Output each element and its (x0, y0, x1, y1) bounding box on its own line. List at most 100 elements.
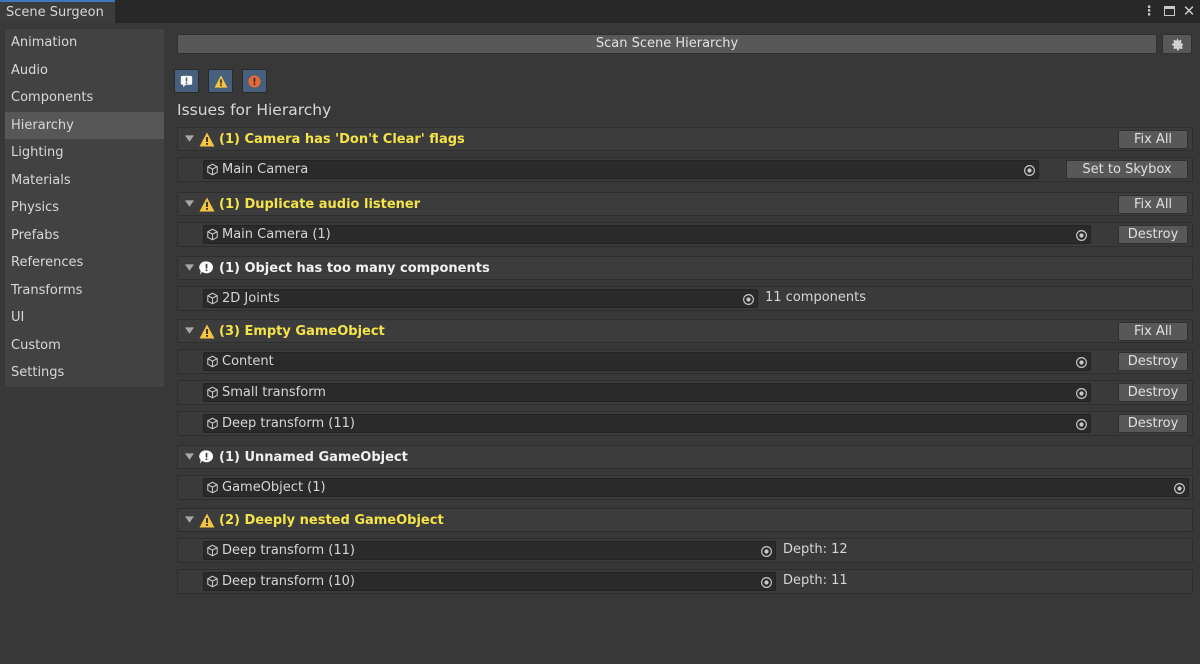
issue-row: Main Camera (1) Destroy (177, 222, 1193, 247)
window-tab[interactable]: Scene Surgeon (0, 0, 115, 23)
fix-all-button[interactable]: Fix All (1118, 130, 1188, 149)
fix-all-button[interactable]: Fix All (1118, 195, 1188, 214)
sidebar-item-custom[interactable]: Custom (5, 332, 164, 360)
maximize-icon[interactable] (1162, 3, 1176, 19)
sidebar-item-ui[interactable]: UI (5, 304, 164, 332)
more-options-icon[interactable]: ⋮ (1142, 3, 1156, 19)
window-titlebar: Scene Surgeon ⋮ ✕ (0, 0, 1200, 23)
object-picker-icon[interactable] (1074, 355, 1088, 369)
object-field[interactable]: Main Camera (1) (203, 225, 1091, 244)
destroy-button[interactable]: Destroy (1118, 383, 1188, 402)
warning-filter-toggle[interactable] (208, 69, 233, 93)
object-field[interactable]: Deep transform (10) (203, 572, 776, 591)
sidebar-item-materials[interactable]: Materials (5, 167, 164, 195)
depth-value: Depth: 11 (783, 573, 848, 588)
issues-title: Issues for Hierarchy (177, 101, 332, 119)
destroy-button[interactable]: Destroy (1118, 225, 1188, 244)
issue-row: Content Destroy (177, 349, 1193, 374)
object-picker-icon[interactable] (1172, 481, 1186, 495)
warning-icon (199, 196, 215, 212)
object-picker-icon[interactable] (741, 292, 755, 306)
object-picker-icon[interactable] (1074, 228, 1088, 242)
issue-row: GameObject (1) (177, 475, 1193, 500)
info-icon (199, 260, 215, 276)
object-field[interactable]: Deep transform (11) (203, 414, 1091, 433)
set-to-skybox-button[interactable]: Set to Skybox (1066, 160, 1188, 179)
object-name: Main Camera (1) (222, 227, 331, 242)
info-filter-toggle[interactable] (174, 69, 199, 93)
object-picker-icon[interactable] (759, 544, 773, 558)
issue-group-unnamed-gameobject: (1) Unnamed GameObject GameObject (1) (177, 445, 1193, 500)
issue-group-title: (3) Empty GameObject (219, 323, 385, 339)
scan-hierarchy-button[interactable]: Scan Scene Hierarchy (177, 34, 1157, 54)
sidebar-item-animation[interactable]: Animation (5, 29, 164, 57)
issue-row: Deep transform (10) Depth: 11 (177, 569, 1193, 594)
gear-icon (1171, 38, 1183, 50)
object-picker-icon[interactable] (1074, 417, 1088, 431)
settings-button[interactable] (1162, 34, 1192, 54)
object-name: Deep transform (10) (222, 574, 355, 589)
gameobject-icon (206, 355, 220, 369)
object-name: Main Camera (222, 162, 309, 177)
sidebar-item-audio[interactable]: Audio (5, 57, 164, 85)
object-name: Deep transform (11) (222, 416, 355, 431)
issue-group-header[interactable]: (1) Object has too many components (177, 256, 1193, 280)
issue-group-empty-gameobject: (3) Empty GameObject Fix All Content Des… (177, 319, 1193, 436)
error-filter-toggle[interactable] (242, 69, 267, 93)
foldout-caret-icon[interactable] (185, 516, 193, 524)
issue-group-header[interactable]: (2) Deeply nested GameObject (177, 508, 1193, 532)
object-field[interactable]: Content (203, 352, 1091, 371)
sidebar-item-hierarchy[interactable]: Hierarchy (5, 111, 164, 139)
error-filter-icon (248, 74, 261, 88)
issue-group-header[interactable]: (1) Unnamed GameObject (177, 445, 1193, 469)
object-name: 2D Joints (222, 291, 280, 306)
fix-all-button[interactable]: Fix All (1118, 322, 1188, 341)
sidebar-item-components[interactable]: Components (5, 84, 164, 112)
gameobject-icon (206, 228, 220, 242)
window-title: Scene Surgeon (6, 5, 104, 20)
foldout-caret-icon[interactable] (185, 453, 193, 461)
issue-group-header[interactable]: (3) Empty GameObject Fix All (177, 319, 1193, 343)
object-picker-icon[interactable] (1022, 163, 1036, 177)
close-icon[interactable]: ✕ (1182, 2, 1196, 20)
foldout-caret-icon[interactable] (185, 264, 193, 272)
object-picker-icon[interactable] (1074, 386, 1088, 400)
sidebar-item-prefabs[interactable]: Prefabs (5, 222, 164, 250)
object-field[interactable]: Main Camera (203, 160, 1039, 179)
object-field[interactable]: GameObject (1) (203, 478, 1189, 497)
window-controls: ⋮ ✕ (1142, 2, 1196, 20)
issue-group-title: (2) Deeply nested GameObject (219, 512, 444, 528)
issue-row: Main Camera Set to Skybox (177, 157, 1193, 182)
component-count: 11 components (765, 290, 866, 305)
sidebar-item-settings[interactable]: Settings (5, 359, 164, 387)
issue-group-header[interactable]: (1) Duplicate audio listener Fix All (177, 192, 1193, 216)
destroy-button[interactable]: Destroy (1118, 352, 1188, 371)
object-field[interactable]: 2D Joints (203, 289, 758, 308)
object-field[interactable]: Small transform (203, 383, 1091, 402)
foldout-caret-icon[interactable] (185, 327, 193, 335)
issue-group-header[interactable]: (1) Camera has 'Don't Clear' flags Fix A… (177, 127, 1193, 151)
object-name: Small transform (222, 385, 326, 400)
object-picker-icon[interactable] (759, 575, 773, 589)
issue-group-title: (1) Duplicate audio listener (219, 196, 421, 212)
issue-row: 2D Joints 11 components (177, 286, 1193, 311)
issue-group-duplicate-audio-listener: (1) Duplicate audio listener Fix All Mai… (177, 192, 1193, 247)
sidebar-item-lighting[interactable]: Lighting (5, 139, 164, 167)
warning-icon (199, 323, 215, 339)
foldout-caret-icon[interactable] (185, 135, 193, 143)
sidebar-item-physics[interactable]: Physics (5, 194, 164, 222)
gameobject-icon (206, 481, 220, 495)
object-name: Content (222, 354, 274, 369)
warning-icon (199, 131, 215, 147)
issue-group-title: (1) Camera has 'Don't Clear' flags (219, 131, 465, 147)
sidebar-item-transforms[interactable]: Transforms (5, 277, 164, 305)
object-field[interactable]: Deep transform (11) (203, 541, 776, 560)
foldout-caret-icon[interactable] (185, 200, 193, 208)
info-icon (199, 449, 215, 465)
destroy-button[interactable]: Destroy (1118, 414, 1188, 433)
sidebar-item-references[interactable]: References (5, 249, 164, 277)
gameobject-icon (206, 163, 220, 177)
gameobject-icon (206, 575, 220, 589)
issue-group-title: (1) Object has too many components (219, 260, 490, 276)
gameobject-icon (206, 417, 220, 431)
